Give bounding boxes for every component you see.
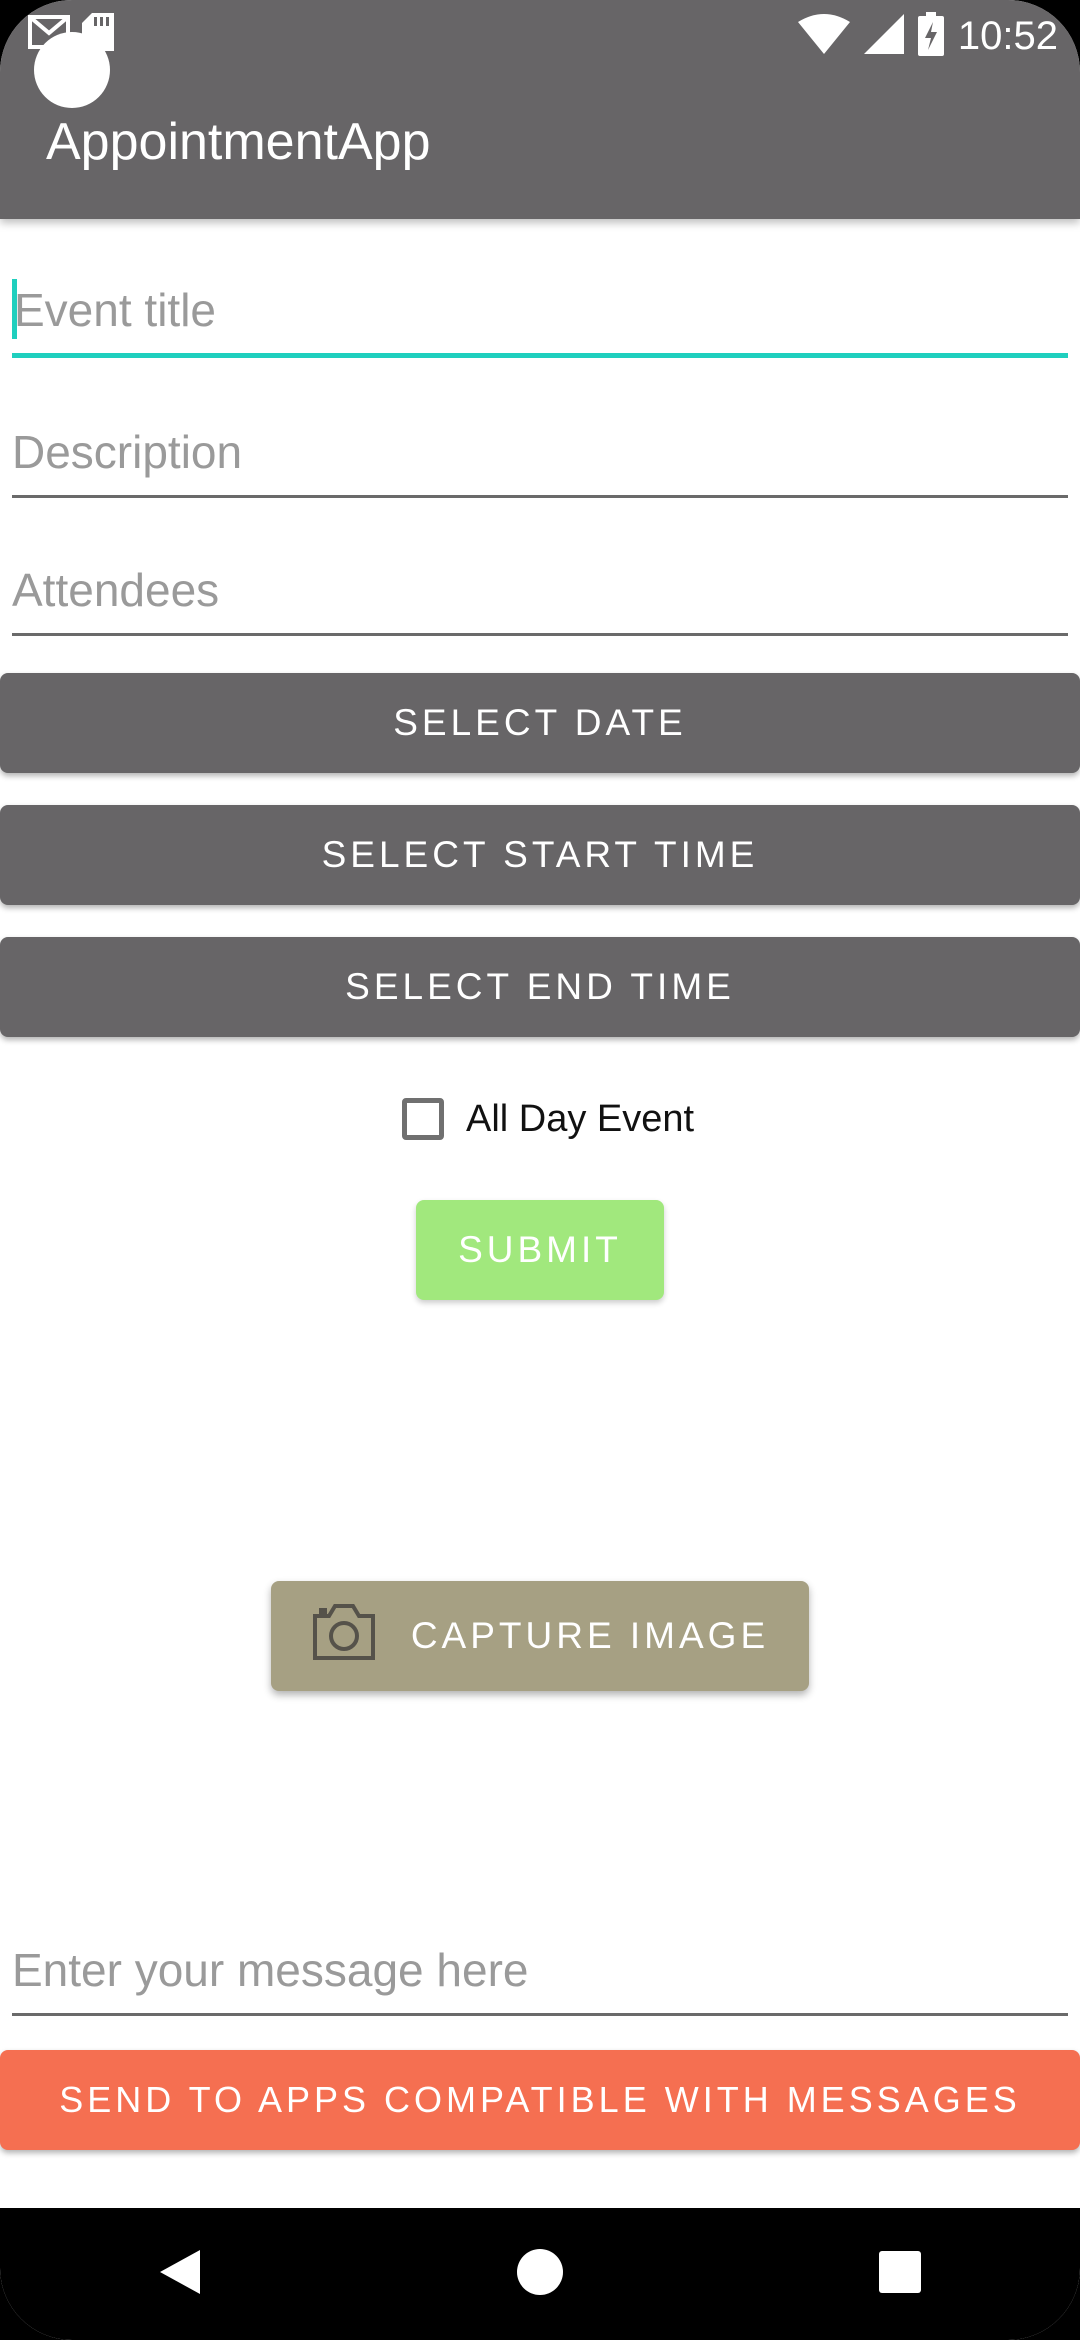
capture-image-label: CAPTURE IMAGE	[410, 1615, 770, 1656]
battery-charging-icon	[917, 11, 944, 61]
all-day-checkbox[interactable]	[402, 1098, 444, 1140]
send-to-apps-button[interactable]: SEND TO APPS COMPATIBLE WITH MESSAGES	[0, 2050, 1080, 2150]
attendees-placeholder: Attendees	[12, 564, 220, 616]
navigation-bar	[0, 2208, 1080, 2340]
app-screen: 10:52 AppointmentApp Event title Descrip…	[0, 0, 1080, 2340]
select-end-time-label: SELECT END TIME	[345, 966, 735, 1007]
select-date-button[interactable]: SELECT DATE	[0, 673, 1080, 773]
home-button[interactable]	[480, 2229, 600, 2319]
message-field[interactable]: Enter your message here	[12, 1933, 1068, 2016]
select-start-time-label: SELECT START TIME	[321, 834, 759, 875]
app-title: AppointmentApp	[46, 113, 431, 171]
select-date-label: SELECT DATE	[393, 702, 687, 743]
back-button[interactable]	[120, 2229, 240, 2319]
submit-button[interactable]: SUBMIT	[416, 1200, 664, 1300]
signal-icon	[863, 13, 904, 59]
send-to-apps-label: SEND TO APPS COMPATIBLE WITH MESSAGES	[59, 2079, 1021, 2120]
event-title-placeholder: Event title	[14, 284, 216, 336]
description-placeholder: Description	[12, 426, 243, 478]
all-day-row[interactable]: All Day Event	[402, 1093, 694, 1145]
status-right-icons: 10:52	[797, 8, 1058, 64]
select-start-time-button[interactable]: SELECT START TIME	[0, 805, 1080, 905]
camera-icon	[311, 1603, 377, 1669]
recents-button[interactable]	[840, 2229, 960, 2319]
all-day-label: All Day Event	[466, 1097, 695, 1140]
back-icon	[158, 2248, 202, 2301]
message-placeholder: Enter your message here	[12, 1944, 529, 1996]
camera-cutout	[34, 32, 110, 108]
attendees-field[interactable]: Attendees	[12, 553, 1068, 636]
description-field[interactable]: Description	[12, 415, 1068, 498]
wifi-icon	[797, 13, 850, 59]
capture-image-button[interactable]: CAPTURE IMAGE	[271, 1581, 809, 1691]
submit-label: SUBMIT	[458, 1229, 622, 1270]
select-end-time-button[interactable]: SELECT END TIME	[0, 937, 1080, 1037]
app-bar: 10:52 AppointmentApp	[0, 0, 1080, 219]
status-time: 10:52	[957, 13, 1058, 58]
home-icon	[516, 2248, 564, 2301]
recents-icon	[879, 2250, 921, 2298]
event-title-field[interactable]: Event title	[12, 273, 1068, 358]
